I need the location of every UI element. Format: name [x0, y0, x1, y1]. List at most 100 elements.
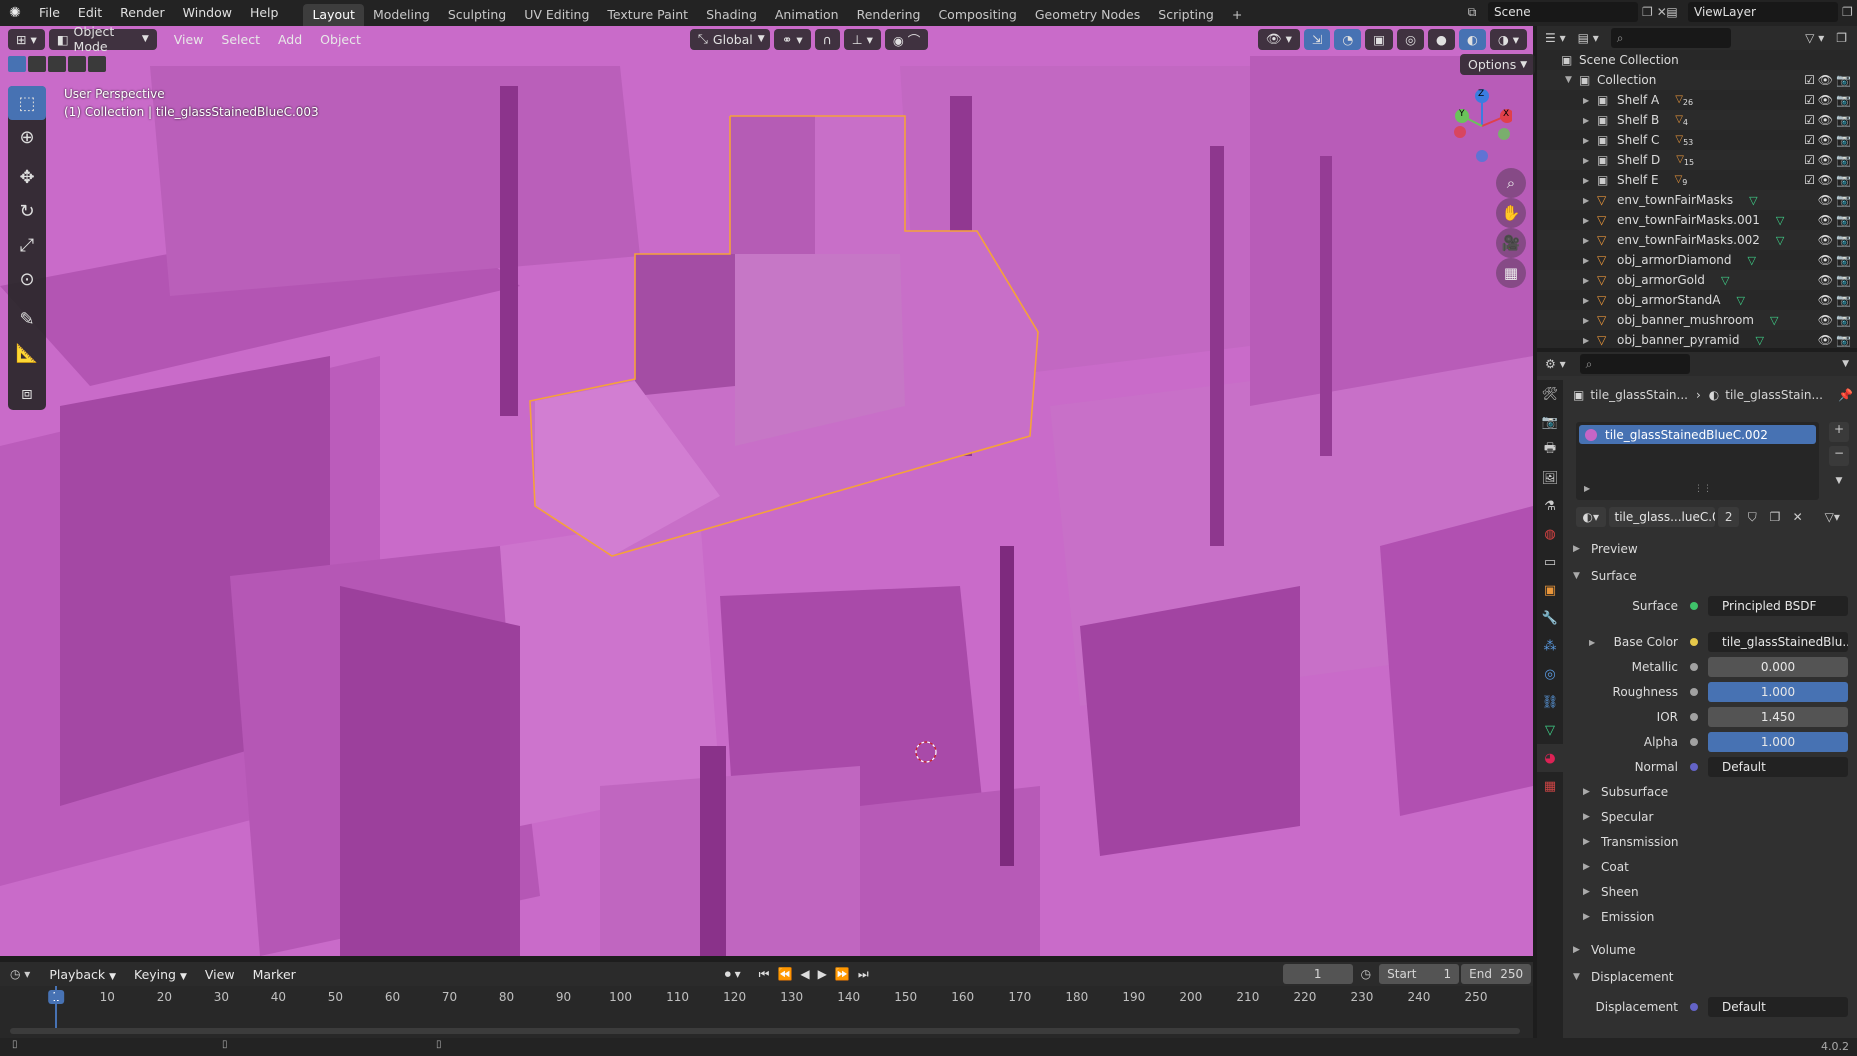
- new-viewlayer-icon[interactable]: ❐: [1842, 5, 1853, 19]
- mode-dropdown[interactable]: ◧ Object Mode ▼: [48, 24, 157, 54]
- outliner-item[interactable]: ▶ ▣ Shelf A ▽26 ☑ 👁 📷: [1537, 90, 1857, 110]
- section-specular[interactable]: ▶ Specular: [1583, 806, 1853, 828]
- eye-icon[interactable]: 👁: [1818, 213, 1833, 227]
- 3d-viewport[interactable]: [0, 26, 1533, 956]
- menu-view[interactable]: View: [165, 32, 213, 47]
- snap-toggle[interactable]: ∩: [814, 28, 840, 50]
- shading-material[interactable]: ◐: [1458, 28, 1486, 50]
- menu-add[interactable]: Add: [269, 32, 311, 47]
- eye-icon[interactable]: 👁: [1818, 133, 1833, 147]
- section-displacement[interactable]: ▼ Displacement: [1573, 966, 1843, 988]
- eye-icon[interactable]: 👁: [1818, 293, 1833, 307]
- metallic-slider[interactable]: 0.000: [1708, 657, 1848, 677]
- options-dropdown[interactable]: Options ▼: [1460, 54, 1536, 75]
- xray-toggle[interactable]: ▣: [1365, 28, 1394, 50]
- section-surface[interactable]: ▼ Surface: [1573, 565, 1843, 587]
- unlink-material-icon[interactable]: ✕: [1788, 507, 1808, 527]
- measure-tool[interactable]: 📐: [8, 336, 46, 370]
- section-sheen[interactable]: ▶ Sheen: [1583, 881, 1853, 903]
- scale-tool[interactable]: ⤢: [8, 228, 46, 262]
- object-tab-icon[interactable]: ▣: [1537, 576, 1563, 604]
- visibility-button[interactable]: 👁 ▾: [1257, 28, 1300, 50]
- expand-right-icon[interactable]: ▶: [1583, 296, 1597, 305]
- camera-render-icon[interactable]: 📷: [1836, 273, 1851, 287]
- play-icon[interactable]: ▶: [818, 967, 827, 981]
- chevron-down-icon[interactable]: ▼: [1842, 359, 1849, 369]
- playhead[interactable]: [55, 986, 57, 1032]
- viewlayer-field[interactable]: ViewLayer: [1688, 2, 1838, 22]
- expand-right-icon[interactable]: ▶: [1584, 484, 1590, 493]
- eye-icon[interactable]: 👁: [1818, 93, 1833, 107]
- zoom-icon[interactable]: ⌕: [1496, 168, 1526, 198]
- base-color-field[interactable]: tile_glassStainedBlu...: [1708, 632, 1848, 652]
- select-box-tool[interactable]: ⬚: [8, 86, 46, 120]
- camera-icon[interactable]: 🎥: [1496, 228, 1526, 258]
- link-type-icon[interactable]: ▽▾: [1818, 507, 1846, 527]
- eye-icon[interactable]: 👁: [1818, 273, 1833, 287]
- tab-geometry-nodes[interactable]: Geometry Nodes: [1026, 4, 1149, 26]
- timeline-editor-icon[interactable]: ◷ ▾: [10, 967, 30, 981]
- displacement-field[interactable]: Default: [1708, 997, 1848, 1017]
- checkbox-icon[interactable]: ☑: [1804, 153, 1815, 167]
- tab-texture-paint[interactable]: Texture Paint: [598, 4, 697, 26]
- viewlayer-icon[interactable]: ▤: [1660, 5, 1684, 19]
- shading-solid[interactable]: ●: [1428, 28, 1455, 50]
- transform-tool[interactable]: ⊙: [8, 262, 46, 296]
- expand-right-icon[interactable]: ▶: [1589, 638, 1595, 647]
- navigation-gizmo[interactable]: Z Y X: [1452, 88, 1514, 164]
- constraints-tab-icon[interactable]: ⛓: [1537, 688, 1563, 716]
- eye-icon[interactable]: 👁: [1818, 333, 1833, 347]
- pivot-point-button[interactable]: ⚭ ▾: [773, 28, 811, 50]
- outliner-item[interactable]: ▶ ▣ Shelf B ▽4 ☑ 👁 📷: [1537, 110, 1857, 130]
- new-scene-icon[interactable]: ❐: [1642, 5, 1653, 19]
- camera-render-icon[interactable]: 📷: [1836, 293, 1851, 307]
- menu-file[interactable]: File: [30, 0, 69, 26]
- display-mode-icon[interactable]: ▤ ▾: [1578, 31, 1599, 45]
- scene-icon[interactable]: ⧉: [1460, 5, 1484, 20]
- output-tab-icon[interactable]: 🖶: [1537, 436, 1563, 464]
- browse-material-icon[interactable]: ◐▾: [1576, 507, 1606, 527]
- frame-ruler[interactable]: 1102030405060708090100110120130140150160…: [0, 986, 1533, 1006]
- duplicate-material-icon[interactable]: ❐: [1765, 507, 1785, 527]
- checkbox-icon[interactable]: ☑: [1804, 73, 1815, 87]
- select-new-icon[interactable]: [8, 56, 26, 72]
- expand-right-icon[interactable]: ▶: [1583, 116, 1597, 125]
- tab-modeling[interactable]: Modeling: [364, 4, 439, 26]
- transform-orientation-dropdown[interactable]: ⤡ Global ▼: [689, 28, 770, 50]
- clock-icon[interactable]: ◷: [1361, 967, 1371, 981]
- expand-right-icon[interactable]: ▶: [1583, 196, 1597, 205]
- checkbox-icon[interactable]: ☑: [1804, 133, 1815, 147]
- shading-rendered[interactable]: ◑ ▾: [1489, 28, 1527, 50]
- collection-row[interactable]: ▼ ▣ Collection ☑ 👁 📷: [1537, 70, 1857, 90]
- expand-right-icon[interactable]: ▶: [1583, 256, 1597, 265]
- slot-menu-button[interactable]: ▼: [1829, 476, 1849, 496]
- expand-right-icon[interactable]: ▶: [1583, 316, 1597, 325]
- outliner-item[interactable]: ▶ ▣ Shelf C ▽53 ☑ 👁 📷: [1537, 130, 1857, 150]
- section-volume[interactable]: ▶ Volume: [1573, 939, 1843, 961]
- user-count[interactable]: 2: [1717, 507, 1740, 527]
- menu-render[interactable]: Render: [111, 0, 174, 26]
- ortho-grid-icon[interactable]: ▦: [1496, 258, 1526, 288]
- camera-render-icon[interactable]: 📷: [1836, 113, 1851, 127]
- new-collection-icon[interactable]: ❐: [1836, 31, 1847, 45]
- outliner-editor-icon[interactable]: ☰ ▾: [1545, 31, 1566, 45]
- texture-tab-icon[interactable]: ▦: [1537, 772, 1563, 800]
- menu-select[interactable]: Select: [212, 32, 269, 47]
- modifier-tab-icon[interactable]: 🔧: [1537, 604, 1563, 632]
- select-extend-icon[interactable]: [28, 56, 46, 72]
- section-transmission[interactable]: ▶ Transmission: [1583, 831, 1853, 853]
- camera-render-icon[interactable]: 📷: [1836, 133, 1851, 147]
- play-reverse-icon[interactable]: ◀: [800, 967, 809, 981]
- expand-right-icon[interactable]: ▶: [1583, 216, 1597, 225]
- filter-icon[interactable]: ▽ ▾: [1805, 31, 1824, 45]
- properties-search-input[interactable]: ⌕: [1579, 354, 1690, 374]
- checkbox-icon[interactable]: ☑: [1804, 173, 1815, 187]
- camera-render-icon[interactable]: 📷: [1836, 233, 1851, 247]
- end-frame-field[interactable]: End 250: [1461, 964, 1532, 984]
- camera-render-icon[interactable]: 📷: [1836, 73, 1851, 87]
- playback-menu[interactable]: Playback ▼: [40, 967, 125, 982]
- tab-sculpting[interactable]: Sculpting: [439, 4, 515, 26]
- tab-uv-editing[interactable]: UV Editing: [515, 4, 598, 26]
- data-tab-icon[interactable]: ▽: [1537, 716, 1563, 744]
- material-tab-icon[interactable]: ◕: [1537, 744, 1563, 772]
